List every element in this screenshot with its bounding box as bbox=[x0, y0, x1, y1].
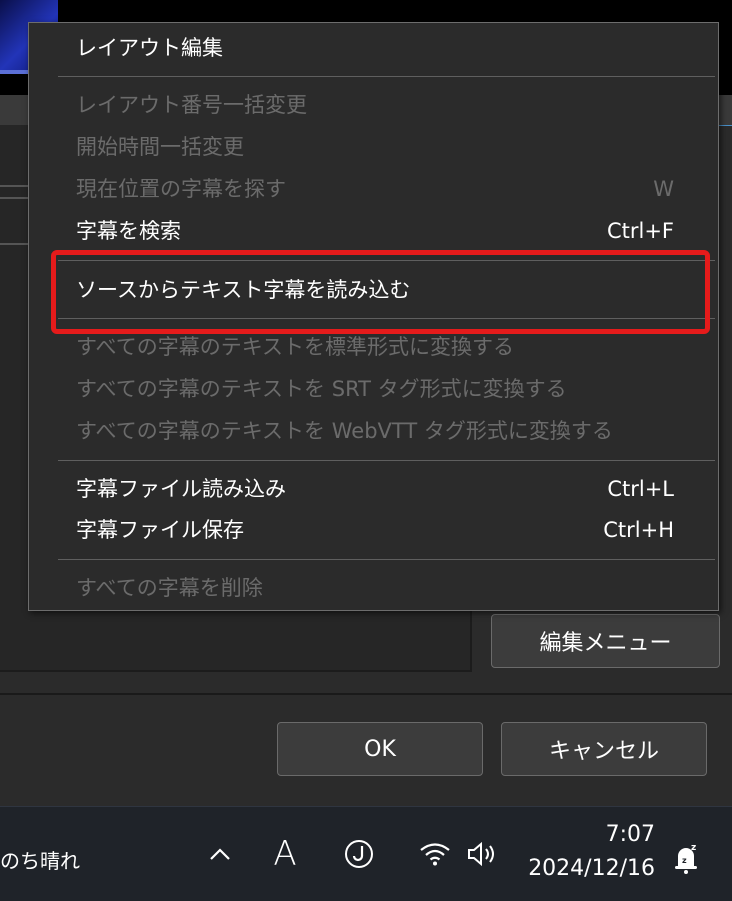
subtitle-list-stub bbox=[0, 125, 30, 315]
menu-item-label: 字幕ファイル保存 bbox=[76, 518, 244, 542]
menu-item-convert-srt[interactable]: すべての字幕のテキストを SRT タグ形式に変換する bbox=[76, 374, 674, 404]
menu-separator bbox=[58, 76, 715, 77]
menu-item-shortcut: W bbox=[653, 177, 674, 201]
list-row-divider bbox=[0, 197, 30, 199]
volume-icon[interactable] bbox=[465, 832, 501, 876]
svg-text:z: z bbox=[682, 856, 687, 865]
menu-item-find-current-subtitle[interactable]: 現在位置の字幕を探す W bbox=[76, 174, 674, 204]
clock-date[interactable]: 2024/12/16 bbox=[520, 856, 655, 881]
menu-item-label: レイアウト編集 bbox=[76, 36, 223, 60]
ok-button[interactable]: OK bbox=[277, 722, 483, 776]
menu-item-search-subtitle[interactable]: 字幕を検索 Ctrl+F bbox=[76, 216, 674, 246]
menu-item-label: レイアウト番号一括変更 bbox=[76, 93, 307, 117]
ime-mode-icon[interactable] bbox=[342, 832, 376, 876]
menu-item-label: すべての字幕のテキストを標準形式に変換する bbox=[76, 335, 515, 359]
menu-item-layout-edit[interactable]: レイアウト編集 bbox=[76, 33, 674, 63]
menu-item-shortcut: Ctrl+L bbox=[607, 477, 674, 501]
wifi-icon[interactable] bbox=[418, 832, 452, 876]
edit-menu-button[interactable]: 編集メニュー bbox=[491, 614, 720, 668]
menu-item-convert-webvtt[interactable]: すべての字幕のテキストを WebVTT タグ形式に変換する bbox=[76, 416, 674, 446]
menu-item-label: すべての字幕を削除 bbox=[76, 576, 263, 600]
menu-item-start-time-bulk[interactable]: 開始時間一括変更 bbox=[76, 132, 674, 162]
ime-icon[interactable]: A bbox=[268, 832, 302, 876]
clock-time[interactable]: 7:07 bbox=[520, 822, 655, 847]
menu-item-label: 現在位置の字幕を探す bbox=[76, 177, 286, 201]
menu-item-delete-all-subtitles[interactable]: すべての字幕を削除 bbox=[76, 573, 674, 603]
list-row-divider bbox=[0, 185, 30, 187]
dialog-divider bbox=[0, 693, 732, 695]
menu-item-label: 開始時間一括変更 bbox=[76, 135, 244, 159]
menu-item-shortcut: Ctrl+F bbox=[606, 219, 674, 243]
menu-item-shortcut: Ctrl+H bbox=[603, 518, 674, 542]
svg-text:z: z bbox=[691, 843, 696, 853]
chevron-up-icon[interactable] bbox=[204, 832, 236, 876]
menu-item-label: すべての字幕のテキストを WebVTT タグ形式に変換する bbox=[76, 419, 613, 443]
notification-sleep-icon[interactable]: zz bbox=[668, 836, 704, 880]
menu-separator bbox=[58, 460, 715, 461]
menu-item-label: 字幕を検索 bbox=[76, 219, 181, 243]
menu-item-label: 字幕ファイル読み込み bbox=[76, 477, 286, 501]
menu-item-load-subtitle-file[interactable]: 字幕ファイル読み込み Ctrl+L bbox=[76, 474, 674, 504]
menu-separator bbox=[58, 559, 715, 560]
weather-text[interactable]: のち晴れ bbox=[0, 845, 80, 874]
highlight-annotation bbox=[51, 250, 710, 334]
menu-item-layout-number-bulk[interactable]: レイアウト番号一括変更 bbox=[76, 90, 674, 120]
list-row-divider bbox=[0, 243, 30, 245]
cancel-button[interactable]: キャンセル bbox=[501, 722, 707, 776]
menu-item-convert-standard[interactable]: すべての字幕のテキストを標準形式に変換する bbox=[76, 332, 674, 362]
menu-item-save-subtitle-file[interactable]: 字幕ファイル保存 Ctrl+H bbox=[76, 515, 674, 545]
menu-item-label: すべての字幕のテキストを SRT タグ形式に変換する bbox=[76, 377, 567, 401]
